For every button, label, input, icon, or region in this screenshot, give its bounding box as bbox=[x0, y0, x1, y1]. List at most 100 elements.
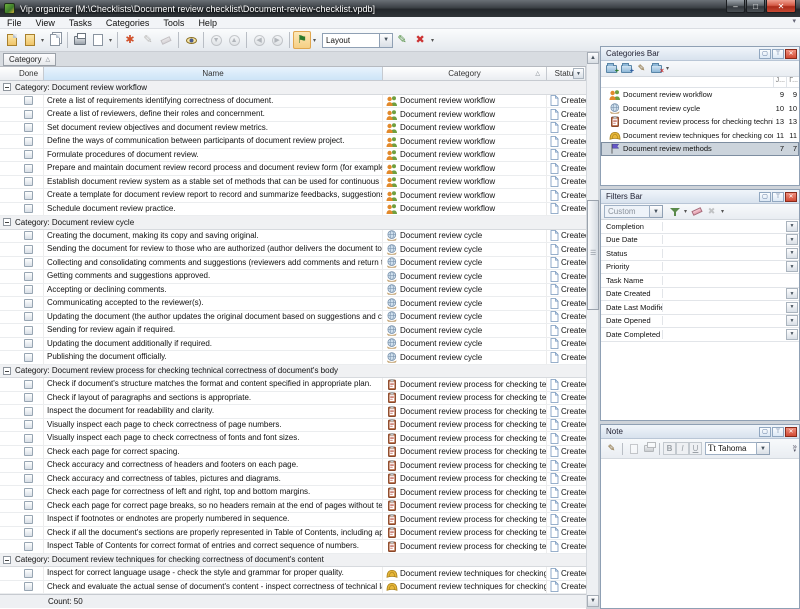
task-row[interactable]: Check if document's structure matches th… bbox=[0, 378, 586, 392]
menu-item-help[interactable]: Help bbox=[191, 18, 224, 28]
panel-restore-button[interactable]: ▢ bbox=[759, 49, 771, 59]
note-editor[interactable] bbox=[601, 459, 799, 608]
task-row[interactable]: Updating the document additionally if re… bbox=[0, 338, 586, 352]
new-database-button[interactable] bbox=[3, 31, 21, 49]
panel-restore-button[interactable]: ▢ bbox=[759, 192, 771, 202]
done-checkbox[interactable] bbox=[24, 542, 33, 551]
maximize-button[interactable]: □ bbox=[746, 0, 765, 13]
save-filter-button[interactable] bbox=[667, 205, 682, 219]
done-checkbox[interactable] bbox=[24, 488, 33, 497]
flag-view-toggle[interactable]: ⚑ bbox=[293, 31, 311, 49]
vertical-scrollbar[interactable]: ▲ ▼ bbox=[586, 52, 598, 607]
done-checkbox[interactable] bbox=[24, 447, 33, 456]
task-row[interactable]: Define the ways of communication between… bbox=[0, 135, 586, 149]
done-checkbox[interactable] bbox=[24, 339, 33, 348]
filter-dropdown-icon[interactable]: ▼ bbox=[786, 261, 798, 272]
done-checkbox[interactable] bbox=[24, 245, 33, 254]
task-row[interactable]: Sending the document for review to those… bbox=[0, 243, 586, 257]
task-row[interactable]: Check each page for correct spacing.Docu… bbox=[0, 446, 586, 460]
done-checkbox[interactable] bbox=[24, 191, 33, 200]
done-checkbox[interactable] bbox=[24, 569, 33, 578]
done-checkbox[interactable] bbox=[24, 299, 33, 308]
move-up-button[interactable]: ▲ bbox=[225, 31, 243, 49]
filter-preset-value[interactable]: Custom bbox=[604, 205, 650, 218]
new-item-button[interactable] bbox=[21, 31, 39, 49]
filter-dropdown-icon[interactable]: ▼ bbox=[786, 248, 798, 259]
delete-task-button[interactable] bbox=[157, 31, 175, 49]
done-checkbox[interactable] bbox=[24, 285, 33, 294]
group-collapse-icon[interactable] bbox=[3, 83, 11, 91]
toolbar-overflow-icon[interactable]: ▾ bbox=[429, 37, 436, 44]
print-dropdown-icon[interactable]: ▾ bbox=[107, 37, 114, 44]
group-collapse-icon[interactable] bbox=[3, 367, 11, 375]
done-checkbox[interactable] bbox=[24, 272, 33, 281]
edit-note-button[interactable]: ✎ bbox=[604, 442, 619, 456]
filter-dropdown-icon[interactable]: ▼ bbox=[786, 329, 798, 340]
done-checkbox[interactable] bbox=[24, 110, 33, 119]
save-filter-dropdown-icon[interactable]: ▾ bbox=[682, 208, 689, 215]
new-note-button[interactable] bbox=[626, 442, 641, 456]
done-checkbox[interactable] bbox=[24, 393, 33, 402]
task-row[interactable]: Crete a list of requirements identifying… bbox=[0, 95, 586, 109]
category-tree-item[interactable]: Document review cycle1010 bbox=[601, 102, 799, 116]
done-checkbox[interactable] bbox=[24, 164, 33, 173]
category-tree-item[interactable]: Document review workflow99 bbox=[601, 88, 799, 102]
italic-button[interactable]: I bbox=[676, 442, 689, 455]
filter-dropdown-icon[interactable]: ▼ bbox=[786, 288, 798, 299]
scroll-up-icon[interactable]: ▲ bbox=[587, 52, 599, 64]
font-combobox-value[interactable]: Tahoma bbox=[718, 443, 746, 454]
panel-close-button[interactable]: ✕ bbox=[785, 427, 797, 437]
done-checkbox[interactable] bbox=[24, 420, 33, 429]
done-checkbox[interactable] bbox=[24, 312, 33, 321]
new-category-button[interactable]: + bbox=[604, 62, 619, 76]
edit-layout-button[interactable]: ✎ bbox=[393, 31, 411, 49]
task-row[interactable]: Visually inspect each page to check corr… bbox=[0, 419, 586, 433]
group-collapse-icon[interactable] bbox=[3, 218, 11, 226]
done-checkbox[interactable] bbox=[24, 528, 33, 537]
done-checkbox[interactable] bbox=[24, 582, 33, 591]
categories-toolbar-overflow-icon[interactable]: ▾ bbox=[664, 65, 671, 72]
view-task-button[interactable] bbox=[182, 31, 200, 49]
task-row[interactable]: Communicating accepted to the reviewer(s… bbox=[0, 297, 586, 311]
menu-item-categories[interactable]: Categories bbox=[99, 18, 157, 28]
task-row[interactable]: Schedule document review practice.Docume… bbox=[0, 203, 586, 217]
task-row[interactable]: Check and evaluate the actual sense of d… bbox=[0, 581, 586, 595]
add-task-button[interactable]: ✱ bbox=[121, 31, 139, 49]
scrollbar-thumb[interactable] bbox=[587, 200, 599, 310]
delete-category-button[interactable]: × bbox=[649, 62, 664, 76]
print-preview-button[interactable] bbox=[89, 31, 107, 49]
column-header-done[interactable]: Done bbox=[14, 67, 44, 80]
menu-overflow-icon[interactable]: ▾ bbox=[792, 17, 796, 25]
done-checkbox[interactable] bbox=[24, 380, 33, 389]
scroll-down-icon[interactable]: ▼ bbox=[587, 595, 599, 607]
done-checkbox[interactable] bbox=[24, 204, 33, 213]
panel-restore-button[interactable]: ▢ bbox=[759, 427, 771, 437]
new-subcategory-button[interactable]: + bbox=[619, 62, 634, 76]
open-database-button[interactable] bbox=[46, 31, 64, 49]
done-checkbox[interactable] bbox=[24, 474, 33, 483]
group-by-chip-category[interactable]: Category △ bbox=[3, 53, 56, 66]
done-checkbox[interactable] bbox=[24, 231, 33, 240]
task-row[interactable]: Inspect Table of Contents for correct fo… bbox=[0, 540, 586, 554]
filter-dropdown-icon[interactable]: ▼ bbox=[786, 302, 798, 313]
done-checkbox[interactable] bbox=[24, 461, 33, 470]
done-checkbox[interactable] bbox=[24, 137, 33, 146]
column-header-name[interactable]: Name bbox=[44, 67, 383, 80]
delete-filter-button[interactable]: ✖ bbox=[704, 205, 719, 219]
task-row[interactable]: Prepare and maintain document review rec… bbox=[0, 162, 586, 176]
task-row[interactable]: Check if layout of paragraphs and sectio… bbox=[0, 392, 586, 406]
filter-preset-combobox[interactable]: Custom ▼ bbox=[604, 205, 663, 218]
edit-category-button[interactable]: ✎ bbox=[634, 62, 649, 76]
done-checkbox[interactable] bbox=[24, 515, 33, 524]
filters-toolbar-overflow-icon[interactable]: ▾ bbox=[719, 208, 726, 215]
task-row[interactable]: Accepting or declining comments.Document… bbox=[0, 284, 586, 298]
menu-item-view[interactable]: View bbox=[29, 18, 62, 28]
prev-item-button[interactable]: ◀ bbox=[250, 31, 268, 49]
next-item-button[interactable]: ▶ bbox=[268, 31, 286, 49]
font-dropdown-icon[interactable]: ▼ bbox=[757, 442, 770, 455]
filter-dropdown-icon[interactable]: ▼ bbox=[786, 221, 798, 232]
panel-close-button[interactable]: ✕ bbox=[785, 192, 797, 202]
close-button[interactable]: ✕ bbox=[766, 0, 796, 13]
menu-item-tasks[interactable]: Tasks bbox=[62, 18, 99, 28]
layout-dropdown-icon[interactable]: ▼ bbox=[380, 33, 393, 48]
